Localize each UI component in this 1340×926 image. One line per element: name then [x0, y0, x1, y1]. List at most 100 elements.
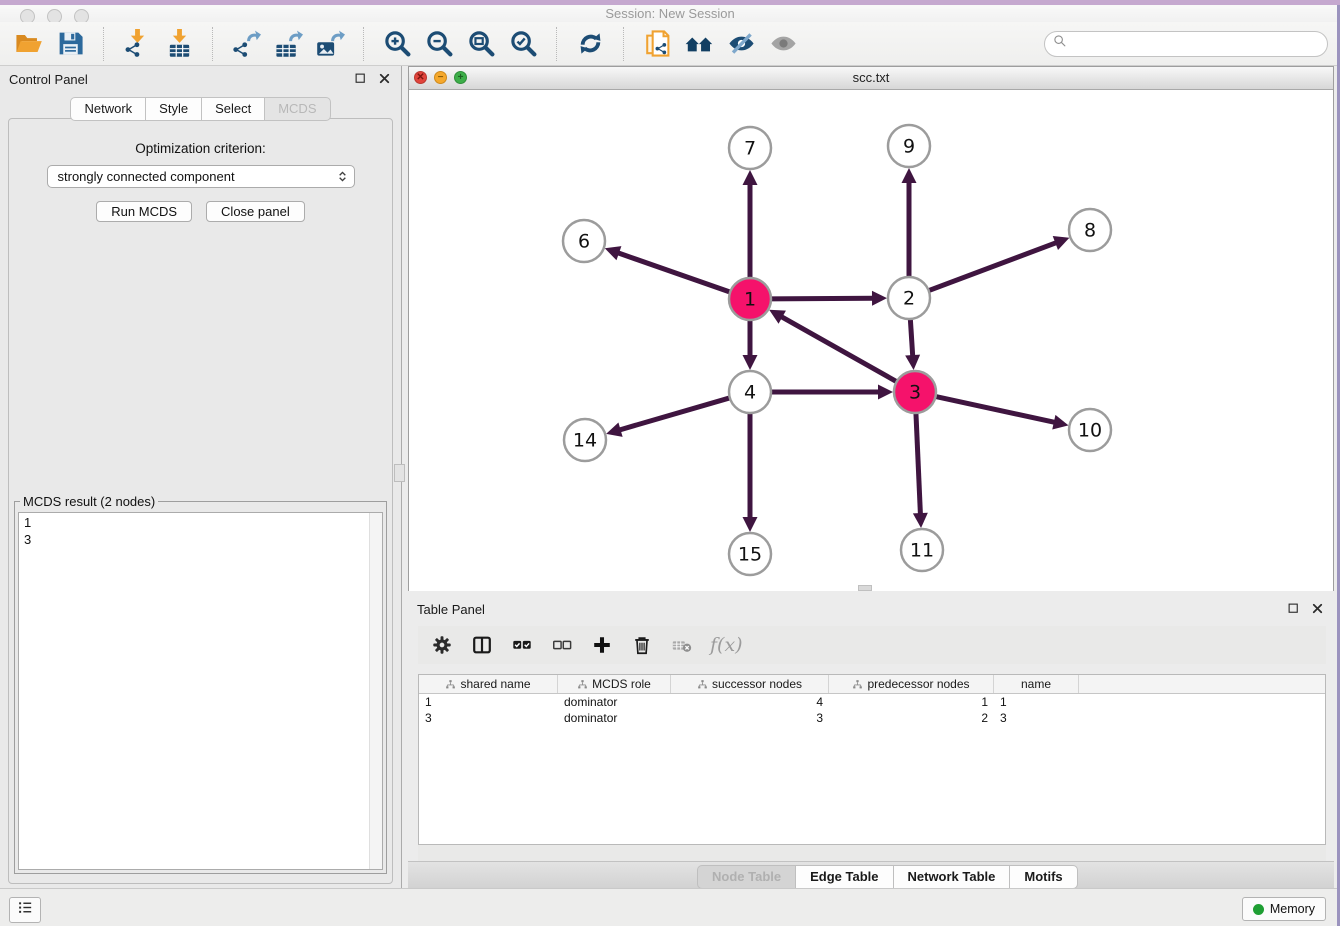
toolbar-separator: [103, 27, 105, 61]
column-header-label: successor nodes: [712, 677, 802, 691]
table-cell[interactable]: 3: [671, 710, 829, 726]
memory-button[interactable]: Memory: [1242, 897, 1326, 921]
table-panel-close-icon[interactable]: [1309, 600, 1326, 617]
tab-style[interactable]: Style: [145, 97, 201, 121]
delete-column-trash-icon[interactable]: [630, 633, 654, 657]
run-mcds-button[interactable]: Run MCDS: [96, 201, 192, 222]
zoom-fit-icon[interactable]: [465, 27, 498, 60]
table-cell[interactable]: 4: [671, 694, 829, 710]
refresh-layout-icon[interactable]: [574, 27, 607, 60]
search-input[interactable]: [1068, 36, 1327, 51]
graph-edge-arrowhead: [1052, 415, 1068, 430]
graph-node-label: 2: [903, 288, 915, 310]
table-cell[interactable]: 1: [994, 694, 1079, 710]
tab-network[interactable]: Network: [70, 97, 145, 121]
splitter-grip[interactable]: [394, 464, 405, 482]
import-table-icon[interactable]: [163, 27, 196, 60]
mcds-result-scrollbar[interactable]: [369, 513, 382, 869]
tab-edge-table[interactable]: Edge Table: [795, 865, 892, 889]
tab-node-table[interactable]: Node Table: [697, 865, 795, 889]
table-cell[interactable]: 1: [419, 694, 558, 710]
graph-edge-arrowhead: [743, 355, 758, 370]
table-cell[interactable]: dominator: [558, 710, 671, 726]
tab-network-table[interactable]: Network Table: [893, 865, 1010, 889]
tab-mcds[interactable]: MCDS: [264, 97, 330, 121]
graph-node-label: 4: [744, 382, 756, 404]
task-list-icon: [17, 899, 34, 921]
control-panel-title: Control Panel: [0, 72, 88, 87]
table-cell[interactable]: 3: [994, 710, 1079, 726]
table-cell[interactable]: 3: [419, 710, 558, 726]
graph-edge-arrowhead: [606, 422, 622, 436]
column-header-successor-nodes[interactable]: successor nodes: [671, 675, 829, 693]
node-table: shared nameMCDS role successor nodes prede…: [418, 674, 1326, 845]
search-box[interactable]: [1044, 31, 1328, 57]
graph-edge-3-10[interactable]: [934, 396, 1056, 423]
graph-edge-2-8[interactable]: [927, 242, 1057, 291]
control-panel-close-icon[interactable]: [376, 70, 393, 87]
split-columns-icon[interactable]: [470, 633, 494, 657]
task-history-button[interactable]: [9, 897, 41, 923]
column-header-name[interactable]: name: [994, 675, 1079, 693]
table-cell[interactable]: 2: [829, 710, 994, 726]
graph-node-label: 6: [578, 231, 590, 253]
os-titlebar: Session: New Session: [0, 0, 1340, 23]
graph-node-label: 15: [738, 544, 762, 566]
open-session-icon[interactable]: [12, 27, 45, 60]
column-header-predecessor-nodes[interactable]: predecessor nodes: [829, 675, 994, 693]
graph-edge-3-11[interactable]: [916, 411, 921, 515]
graph-edge-arrowhead: [878, 385, 893, 400]
table-cell[interactable]: dominator: [558, 694, 671, 710]
table-row[interactable]: 1dominator411: [419, 694, 1325, 710]
mcds-result-textarea[interactable]: 13: [18, 512, 383, 870]
network-canvas[interactable]: 7968124314101511: [409, 90, 1333, 591]
graph-edge-4-14[interactable]: [619, 397, 732, 430]
graph-node-label: 1: [744, 289, 756, 311]
zoom-out-icon[interactable]: [423, 27, 456, 60]
mcds-panel: Optimization criterion: strongly connect…: [8, 118, 393, 884]
settings-gear-icon[interactable]: [430, 633, 454, 657]
table-hscroll-area[interactable]: [418, 845, 1326, 862]
main-toolbar: [0, 22, 1340, 66]
column-header-shared-name[interactable]: shared name: [419, 675, 558, 693]
table-panel: Table Panel f(x) shared nameMCDS rolesuc…: [408, 596, 1334, 888]
graph-edge-1-2[interactable]: [769, 298, 874, 299]
table-row[interactable]: 3dominator323: [419, 710, 1325, 726]
add-column-plus-icon[interactable]: [590, 633, 614, 657]
graph-edge-arrowhead: [902, 168, 917, 183]
hide-selected-eye-icon[interactable]: [725, 27, 758, 60]
table-cell[interactable]: 1: [829, 694, 994, 710]
column-header-label: predecessor nodes: [867, 677, 969, 691]
graph-edge-3-1[interactable]: [780, 316, 898, 382]
select-all-checks-icon[interactable]: [510, 633, 534, 657]
save-session-icon[interactable]: [54, 27, 87, 60]
column-header-label: name: [1021, 677, 1051, 691]
zoom-in-icon[interactable]: [381, 27, 414, 60]
column-header-MCDS-role[interactable]: MCDS role: [558, 675, 671, 693]
tab-motifs[interactable]: Motifs: [1009, 865, 1077, 889]
home-pair-icon[interactable]: [683, 27, 716, 60]
zoom-selected-icon[interactable]: [507, 27, 540, 60]
criterion-select[interactable]: strongly connected component: [47, 165, 355, 188]
close-panel-button[interactable]: Close panel: [206, 201, 305, 222]
graph-node-label: 14: [573, 430, 597, 452]
network-window-titlebar[interactable]: ✕ − + scc.txt: [409, 67, 1333, 90]
export-table-icon[interactable]: [272, 27, 305, 60]
graph-node-label: 7: [744, 138, 756, 160]
canvas-resize-grip[interactable]: [858, 585, 872, 591]
graph-edge-1-6[interactable]: [617, 253, 732, 293]
graph-edge-arrowhead: [605, 246, 622, 260]
table-panel-float-icon[interactable]: [1285, 600, 1302, 617]
import-network-icon[interactable]: [121, 27, 154, 60]
hierarchy-icon: [852, 679, 863, 690]
network-file-icon[interactable]: [641, 27, 674, 60]
tab-select[interactable]: Select: [201, 97, 264, 121]
export-network-icon[interactable]: [230, 27, 263, 60]
deselect-all-checks-icon[interactable]: [550, 633, 574, 657]
control-panel-float-icon[interactable]: [352, 70, 369, 87]
graph-edge-arrowhead: [905, 355, 920, 370]
export-image-icon[interactable]: [314, 27, 347, 60]
mcds-result-title: MCDS result (2 nodes): [20, 494, 158, 509]
graph-edge-2-3[interactable]: [910, 317, 913, 357]
hierarchy-icon: [697, 679, 708, 690]
